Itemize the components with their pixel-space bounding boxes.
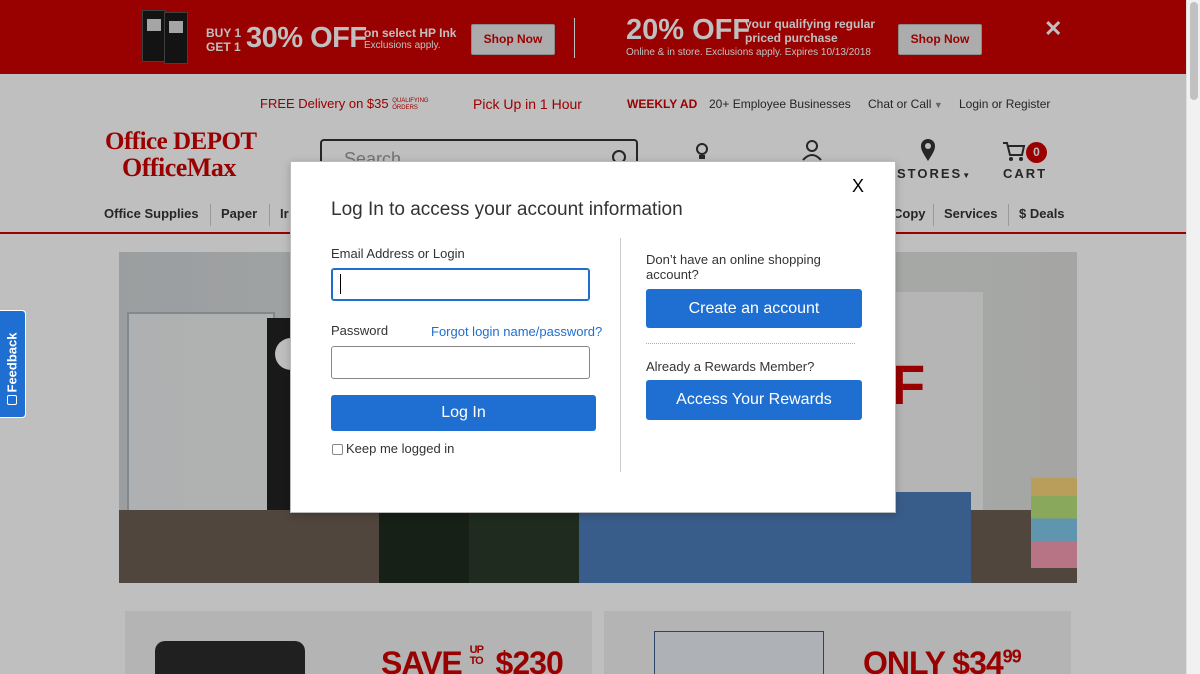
- email-label: Email Address or Login: [331, 246, 465, 261]
- password-field[interactable]: [331, 346, 590, 379]
- text-cursor: [340, 274, 341, 294]
- feedback-tab[interactable]: Feedback: [0, 310, 26, 418]
- email-field[interactable]: [331, 268, 590, 301]
- keep-logged-in-label[interactable]: Keep me logged in: [346, 441, 454, 456]
- login-modal: X Log In to access your account informat…: [290, 161, 896, 513]
- access-rewards-button[interactable]: Access Your Rewards: [646, 380, 862, 420]
- forgot-password-link[interactable]: Forgot login name/password?: [431, 324, 602, 339]
- modal-dotted-divider: [646, 343, 855, 344]
- keep-logged-in-checkbox[interactable]: [332, 444, 343, 455]
- feedback-label: Feedback: [4, 332, 20, 393]
- password-label: Password: [331, 323, 389, 338]
- modal-title: Log In to access your account informatio…: [331, 199, 683, 220]
- page-scrollbar[interactable]: [1186, 0, 1200, 674]
- close-modal-button[interactable]: X: [852, 176, 864, 197]
- login-button[interactable]: Log In: [331, 395, 596, 431]
- feedback-icon: [7, 395, 17, 405]
- create-account-button[interactable]: Create an account: [646, 289, 862, 328]
- rewards-question: Already a Rewards Member?: [646, 359, 815, 374]
- scrollbar-thumb[interactable]: [1190, 2, 1198, 100]
- modal-column-divider: [620, 238, 621, 472]
- no-account-text: Don’t have an online shopping account?: [646, 252, 821, 282]
